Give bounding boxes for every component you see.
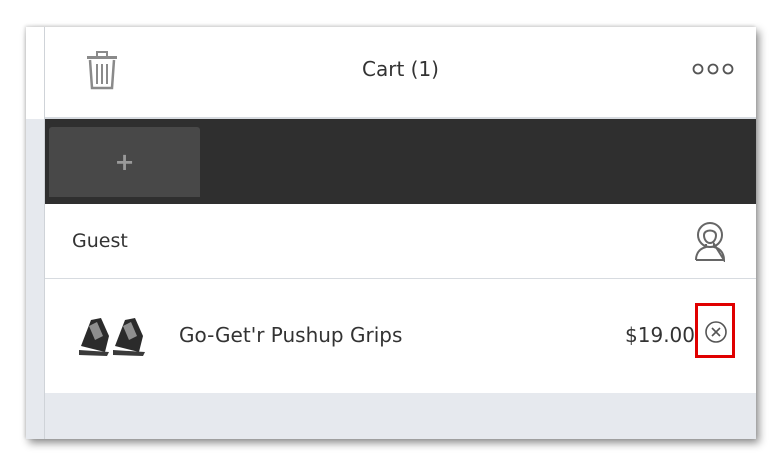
cart-window: Cart (1) + Guest Go-Get'r Pushup Grips $… bbox=[26, 27, 756, 439]
more-options-icon[interactable] bbox=[692, 61, 736, 75]
add-cart-tab-button[interactable]: + bbox=[49, 127, 200, 197]
cart-header: Cart (1) bbox=[45, 27, 756, 119]
remove-item-button[interactable] bbox=[695, 303, 735, 358]
left-edge-lower bbox=[26, 119, 44, 439]
cart-footer-area bbox=[45, 393, 756, 439]
user-icon[interactable] bbox=[690, 220, 730, 264]
left-edge-strip bbox=[26, 27, 45, 439]
cart-panel: Cart (1) + Guest Go-Get'r Pushup Grips $… bbox=[45, 27, 756, 439]
cart-item-row[interactable]: Go-Get'r Pushup Grips $19.00 bbox=[45, 279, 756, 393]
item-price: $19.00 bbox=[625, 323, 695, 347]
customer-name: Guest bbox=[72, 230, 128, 252]
cart-title: Cart (1) bbox=[362, 57, 439, 81]
remove-circle-x-icon bbox=[705, 321, 727, 343]
customer-row[interactable]: Guest bbox=[45, 204, 756, 279]
cart-tab-bar: + bbox=[45, 119, 756, 204]
item-name: Go-Get'r Pushup Grips bbox=[179, 323, 403, 347]
pushup-grips-image bbox=[75, 306, 155, 362]
